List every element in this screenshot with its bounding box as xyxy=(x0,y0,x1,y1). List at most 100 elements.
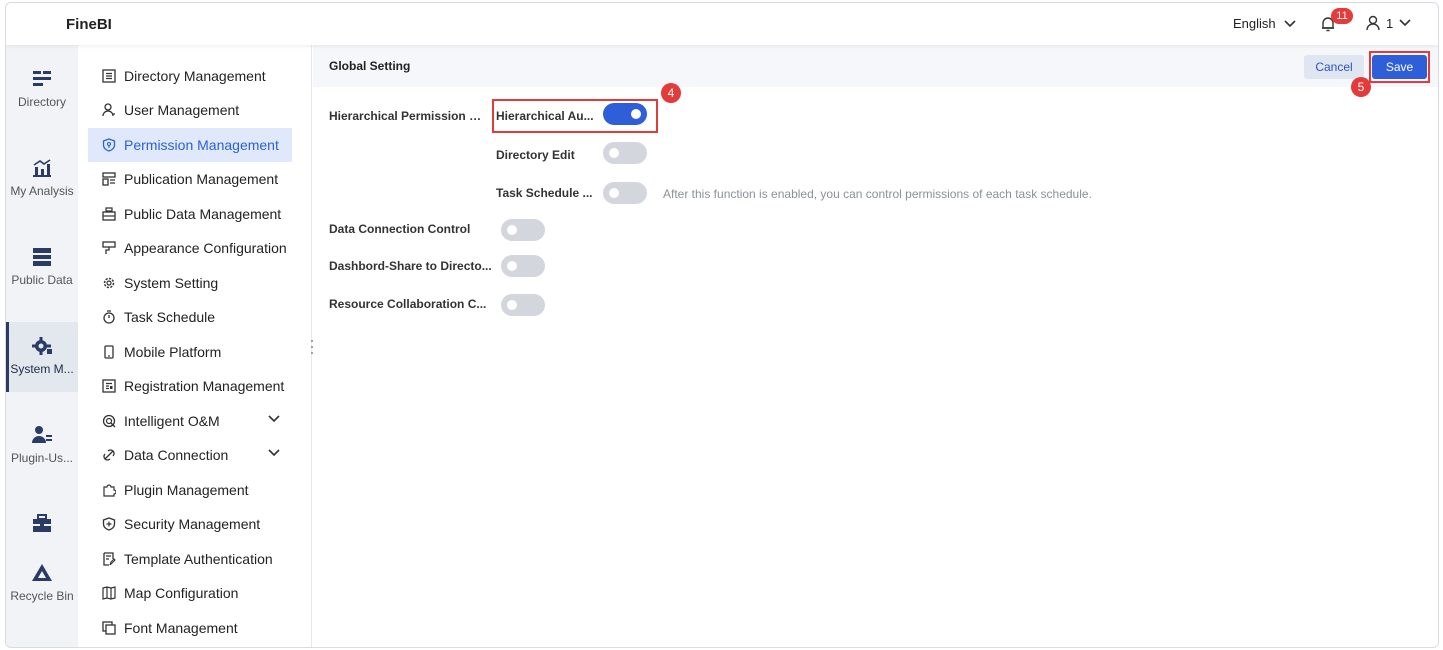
stopwatch-icon xyxy=(103,310,115,324)
plugin-user-icon xyxy=(32,426,52,443)
app-window: FineBI English 11 1 Directory My Analysi… xyxy=(5,2,1439,648)
menu-label: System Setting xyxy=(124,275,219,291)
menu-item-appearance-configuration[interactable]: Appearance Configuration xyxy=(88,231,292,265)
user-menu[interactable]: 1 xyxy=(1366,15,1411,31)
menu-label: Publication Management xyxy=(124,171,279,187)
menu-label: Public Data Management xyxy=(124,206,282,222)
rail-item-system-management[interactable]: System M... xyxy=(6,322,78,392)
shield-plus-icon xyxy=(102,517,116,531)
toggle-highlight-box xyxy=(492,99,658,133)
menu-item-public-data-management[interactable]: Public Data Management xyxy=(88,197,292,231)
menu-item-system-setting[interactable]: System Setting xyxy=(88,266,292,300)
menu-item-permission-management[interactable]: Permission Management xyxy=(88,128,292,162)
rail-label: Public Data xyxy=(11,273,73,287)
chevron-down-icon[interactable] xyxy=(268,415,280,423)
setting-label-task-schedule: Task Schedule ... xyxy=(496,186,593,200)
chevron-down-icon xyxy=(1284,19,1296,27)
menu-item-task-schedule[interactable]: Task Schedule xyxy=(88,300,292,334)
cancel-button[interactable]: Cancel xyxy=(1304,55,1364,79)
font-icon xyxy=(102,621,116,635)
rail-item-directory[interactable]: Directory xyxy=(6,55,78,125)
bi-tools-icon xyxy=(33,514,51,532)
menu-item-data-connection[interactable]: Data Connection xyxy=(88,438,292,472)
callout-badge-4: 4 xyxy=(661,83,681,103)
rail-label: Directory xyxy=(17,95,66,109)
setting-label-data-connection-control: Data Connection Control xyxy=(329,222,471,236)
page-title: Global Setting xyxy=(329,59,411,73)
list-icon xyxy=(102,69,116,83)
menu-item-user-management[interactable]: User Management xyxy=(88,93,292,127)
setting-label-dashboard-share: Dashbord-Share to Directo... xyxy=(329,259,492,273)
rail-label: Plugin-Us... xyxy=(10,451,74,465)
rail-item-my-analysis[interactable]: My Analysis xyxy=(6,144,78,214)
menu-label: Task Schedule xyxy=(124,309,216,325)
dashboard-share-toggle[interactable] xyxy=(501,255,545,277)
rail-item-plugin-user[interactable]: Plugin-Us... xyxy=(6,411,78,481)
directory-icon xyxy=(33,71,51,86)
brand-logo: FineBI xyxy=(66,16,112,33)
menu-label: Appearance Configuration xyxy=(124,240,287,256)
menu-label: Data Connection xyxy=(124,447,229,463)
rail-item-recycle-bin[interactable]: Recycle Bin xyxy=(6,549,78,619)
task-schedule-description: After this function is enabled, you can … xyxy=(663,187,1092,201)
om-icon xyxy=(102,414,116,428)
menu-item-plugin-management[interactable]: Plugin Management xyxy=(88,473,292,507)
menu-item-template-authentication[interactable]: Template Authentication xyxy=(88,542,292,576)
system-menu: Directory Management User Management Per… xyxy=(78,45,312,647)
save-highlight-box xyxy=(1369,51,1430,83)
map-icon xyxy=(102,586,116,600)
user-name: 1 xyxy=(1386,15,1394,31)
menu-label: Directory Management xyxy=(124,68,266,84)
rail-item-public-data[interactable]: Public Data xyxy=(6,233,78,303)
registration-icon xyxy=(102,379,116,393)
rail-label: My Analysis xyxy=(10,184,74,198)
menu-label: Intelligent O&M xyxy=(124,413,220,429)
puzzle-icon xyxy=(103,484,116,497)
brush-icon xyxy=(102,241,116,254)
resource-collaboration-toggle[interactable] xyxy=(501,294,545,316)
notification-badge: 11 xyxy=(1331,8,1353,24)
menu-item-publication-management[interactable]: Publication Management xyxy=(88,162,292,196)
setting-label-hierarchical-permission: Hierarchical Permission M... xyxy=(329,109,489,123)
top-header: FineBI English 11 1 xyxy=(6,3,1438,45)
chevron-down-icon xyxy=(1399,19,1411,27)
menu-item-map-configuration[interactable]: Map Configuration xyxy=(88,576,292,610)
user-icon xyxy=(102,103,115,117)
chevron-down-icon[interactable] xyxy=(268,449,280,457)
menu-item-mobile-platform[interactable]: Mobile Platform xyxy=(88,335,292,369)
menu-label: Security Management xyxy=(124,516,261,532)
menu-item-registration-management[interactable]: Registration Management xyxy=(88,369,292,403)
mobile-icon xyxy=(104,345,114,359)
recycle-bin-icon xyxy=(32,564,52,581)
data-connection-control-toggle[interactable] xyxy=(501,219,545,241)
menu-label: Registration Management xyxy=(124,378,285,394)
language-selector[interactable]: English xyxy=(1233,16,1296,31)
language-label: English xyxy=(1233,16,1276,31)
directory-edit-toggle[interactable] xyxy=(603,142,647,164)
setting-label-directory-edit: Directory Edit xyxy=(496,148,575,162)
task-schedule-toggle[interactable] xyxy=(603,182,647,204)
menu-label: Plugin Management xyxy=(124,482,249,498)
menu-label: Map Configuration xyxy=(124,585,239,601)
rail-label: System M... xyxy=(10,362,74,376)
shield-icon xyxy=(102,138,116,152)
main-content: Global Setting Cancel Save 5 Hierarchica… xyxy=(313,45,1438,647)
user-icon xyxy=(1366,15,1380,31)
public-data-icon xyxy=(33,248,51,266)
database-icon xyxy=(102,207,116,221)
callout-badge-5: 5 xyxy=(1351,77,1371,97)
menu-item-intelligent-om[interactable]: Intelligent O&M xyxy=(88,404,292,438)
rail-label: Recycle Bin xyxy=(10,589,74,603)
menu-label: Template Authentication xyxy=(124,551,273,567)
menu-item-directory-management[interactable]: Directory Management xyxy=(88,59,292,93)
menu-item-security-management[interactable]: Security Management xyxy=(88,507,292,541)
link-icon xyxy=(103,449,115,461)
setting-label-resource-collaboration: Resource Collaboration C... xyxy=(329,297,487,311)
my-analysis-icon xyxy=(33,159,51,177)
rail-item-bi-tools[interactable] xyxy=(6,500,78,545)
menu-label: Mobile Platform xyxy=(124,344,222,360)
menu-label: User Management xyxy=(124,102,240,118)
publication-icon xyxy=(102,172,116,186)
menu-item-font-management[interactable]: Font Management xyxy=(88,611,292,645)
content-toolbar: Global Setting Cancel Save xyxy=(313,45,1438,87)
